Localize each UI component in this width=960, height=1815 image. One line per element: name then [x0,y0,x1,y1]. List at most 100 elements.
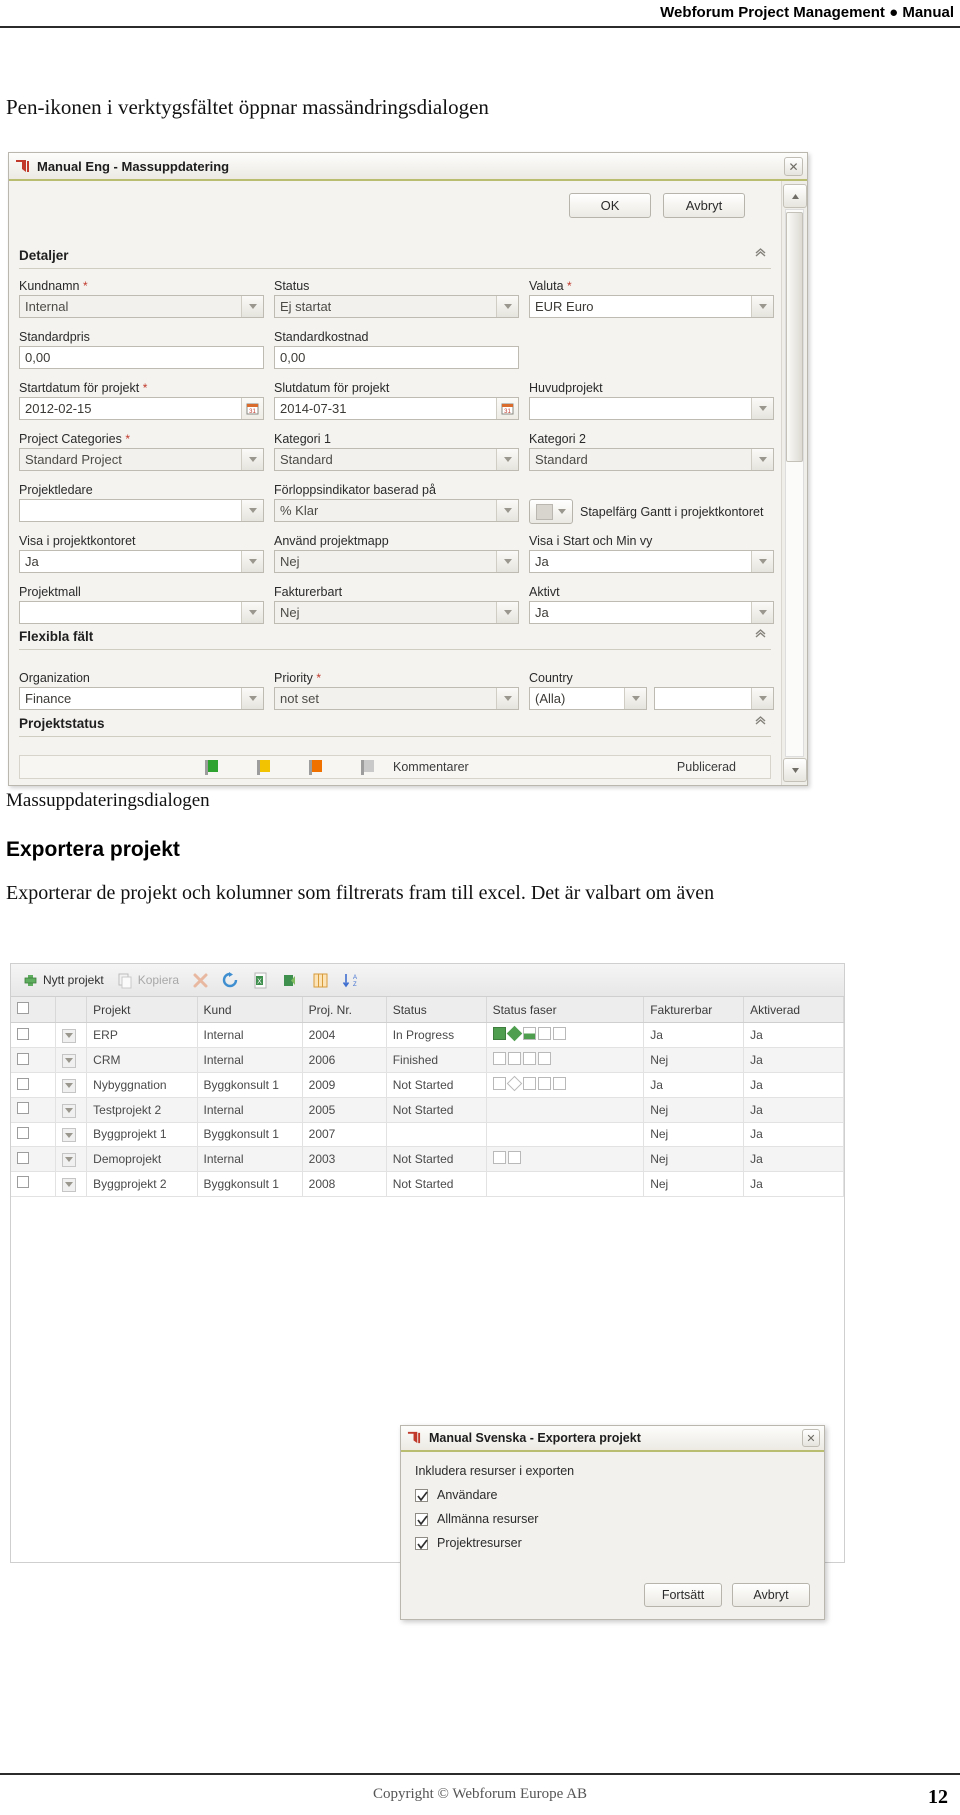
scroll-up-icon[interactable] [783,184,807,208]
row-checkbox[interactable] [17,1052,29,1065]
chevron-down-icon[interactable] [241,296,263,317]
table-row[interactable]: Demoprojekt Internal 2003 Not Started Ne… [11,1146,844,1172]
chevron-down-icon[interactable] [496,449,518,470]
ok-button[interactable]: OK [569,193,651,218]
row-expander-cell[interactable] [55,1097,88,1123]
chevron-up-icon[interactable] [754,714,767,727]
expander-icon[interactable] [61,1128,76,1142]
row-checkbox[interactable] [17,1176,29,1189]
close-icon[interactable]: ✕ [784,157,803,176]
row-checkbox[interactable] [17,1151,29,1164]
row-checkbox[interactable] [17,1102,29,1115]
row-checkbox-cell[interactable] [11,1171,56,1197]
input-kategori-1[interactable]: Standard [274,448,519,471]
row-checkbox-cell[interactable] [11,1022,56,1048]
chevron-down-icon[interactable] [496,500,518,521]
checkbox-anvandare[interactable] [415,1488,428,1502]
input-standardkostnad[interactable]: 0,00 [274,346,519,369]
section-header-details[interactable]: Detaljer [19,243,771,269]
input-projektmall[interactable] [19,601,264,624]
chevron-down-icon[interactable] [496,602,518,623]
input-projektledare[interactable] [19,499,264,522]
scroll-down-icon[interactable] [783,758,807,782]
checkbox-row-projektresurser[interactable]: Projektresurser [415,1536,810,1550]
export-cancel-button[interactable]: Avbryt [732,1583,810,1607]
row-checkbox-cell[interactable] [11,1097,56,1123]
input-huvudprojekt[interactable] [529,397,774,420]
row-checkbox[interactable] [17,1027,29,1040]
export-excel-button[interactable]: X [247,970,274,991]
chevron-up-icon[interactable] [754,627,767,640]
input-valuta[interactable]: EUR Euro [529,295,774,318]
chevron-down-icon[interactable] [496,296,518,317]
col-status[interactable]: Status [386,997,487,1023]
chevron-down-icon[interactable] [751,398,773,419]
col-proj-nr[interactable]: Proj. Nr. [302,997,387,1023]
input-visa-i-start[interactable]: Ja [529,550,774,573]
row-checkbox-cell[interactable] [11,1122,56,1147]
input-forloppsindikator[interactable]: % Klar [274,499,519,522]
input-visa-i-projektkontoret[interactable]: Ja [19,550,264,573]
row-checkbox-cell[interactable] [11,1146,56,1172]
col-projekt[interactable]: Projekt [86,997,198,1023]
chevron-down-icon[interactable] [751,449,773,470]
input-organization[interactable]: Finance [19,687,264,710]
checkbox-projektresurser[interactable] [415,1536,428,1550]
sort-button[interactable]: AZ [337,970,364,991]
row-expander-cell[interactable] [55,1122,88,1147]
chevron-down-icon[interactable] [241,500,263,521]
input-priority[interactable]: not set [274,687,519,710]
row-checkbox[interactable] [17,1126,29,1139]
chevron-down-icon[interactable] [241,688,263,709]
chevron-down-icon[interactable] [751,602,773,623]
row-checkbox-cell[interactable] [11,1072,56,1098]
col-kund[interactable]: Kund [197,997,303,1023]
import-button[interactable] [277,970,304,991]
status-flag-gray-icon[interactable] [361,759,375,775]
input-fakturerbart[interactable]: Nej [274,601,519,624]
status-flag-green-icon[interactable] [205,759,219,775]
columns-button[interactable] [307,970,334,991]
calendar-icon[interactable]: 31 [241,398,263,419]
table-row[interactable]: Byggprojekt 1 Byggkonsult 1 2007 Nej Ja [11,1122,844,1147]
status-flag-orange-icon[interactable] [309,759,323,775]
table-row[interactable]: Nybyggnation Byggkonsult 1 2009 Not Star… [11,1072,844,1098]
input-project-categories[interactable]: Standard Project [19,448,264,471]
chevron-down-icon[interactable] [751,688,773,709]
chevron-down-icon[interactable] [624,688,646,709]
scrollbar-track[interactable] [785,209,804,757]
chevron-down-icon[interactable] [241,551,263,572]
row-expander-cell[interactable] [55,1022,88,1048]
section-header-project-status[interactable]: Projektstatus [19,711,771,737]
input-country-secondary[interactable] [654,687,774,710]
table-row[interactable]: Testprojekt 2 Internal 2005 Not Started … [11,1097,844,1123]
cancel-button[interactable]: Avbryt [663,193,745,218]
checkbox-allmanna-resurser[interactable] [415,1512,428,1526]
input-anvand-projektmapp[interactable]: Nej [274,550,519,573]
input-kundnamn[interactable]: Internal [19,295,264,318]
checkbox-row-allmanna-resurser[interactable]: Allmänna resurser [415,1512,810,1526]
row-expander-cell[interactable] [55,1072,88,1098]
copy-button[interactable]: Kopiera [112,970,184,991]
gantt-color-picker[interactable]: Stapelfärg Gantt i projektkontoret [529,499,763,524]
close-icon[interactable]: ✕ [802,1429,820,1447]
input-aktivt[interactable]: Ja [529,601,774,624]
row-checkbox-cell[interactable] [11,1047,56,1073]
chevron-down-icon[interactable] [241,449,263,470]
row-checkbox[interactable] [17,1077,29,1090]
input-country[interactable]: (Alla) [529,687,647,710]
select-all-checkbox[interactable] [17,1002,29,1014]
scrollbar-thumb[interactable] [786,212,803,462]
input-standardpris[interactable]: 0,00 [19,346,264,369]
continue-button[interactable]: Fortsätt [644,1583,722,1607]
input-slutdatum[interactable]: 2014-07-31 31 [274,397,519,420]
calendar-icon[interactable]: 31 [496,398,518,419]
chevron-down-icon[interactable] [751,296,773,317]
expander-icon[interactable] [61,1028,76,1043]
expander-icon[interactable] [61,1152,76,1167]
expander-icon[interactable] [61,1078,76,1093]
row-expander-cell[interactable] [55,1171,88,1197]
input-status[interactable]: Ej startat [274,295,519,318]
status-flag-yellow-icon[interactable] [257,759,271,775]
table-row[interactable]: Byggprojekt 2 Byggkonsult 1 2008 Not Sta… [11,1171,844,1197]
